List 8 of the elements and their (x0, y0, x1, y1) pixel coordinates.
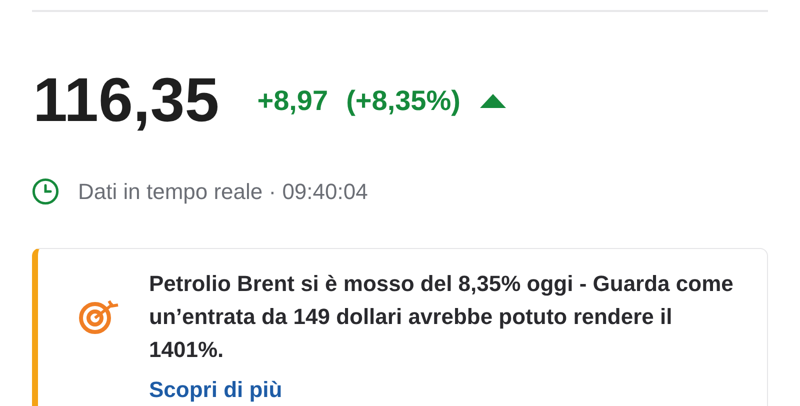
price-change: +8,97 (257, 87, 328, 115)
promo-message: Petrolio Brent si è mosso del 8,35% oggi - Guarda come un’entrata da 149 dollari avrebbe potuto rendere il 1401%. (149, 270, 734, 364)
target-icon (78, 299, 120, 335)
clock-icon (32, 178, 59, 205)
price: 116,35 (33, 70, 220, 132)
learn-more-link[interactable]: Scopri di più (149, 373, 282, 406)
realtime-status: Dati in tempo reale · 09:40:04 (78, 178, 368, 206)
percent-change: (+8,35%) (346, 87, 460, 115)
